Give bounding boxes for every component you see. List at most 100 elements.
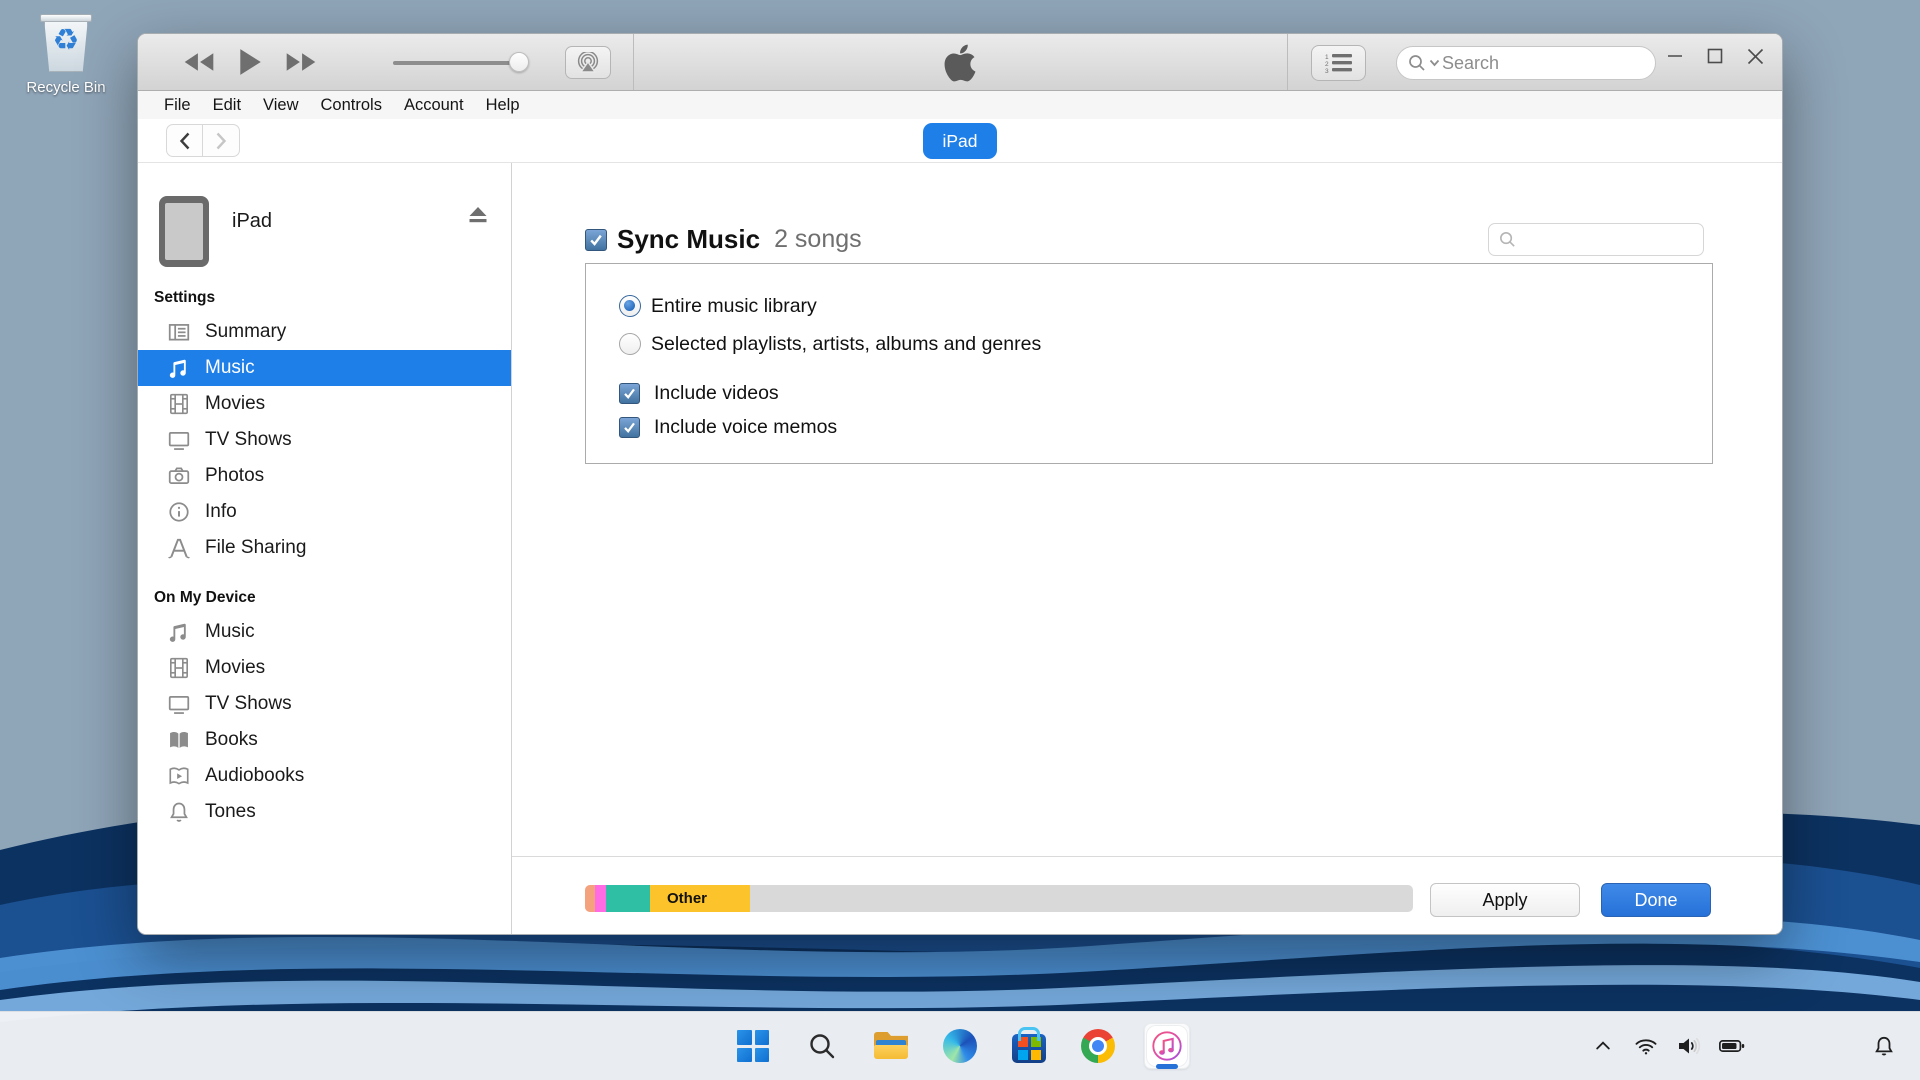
music-note-icon <box>165 620 192 644</box>
footer-bar: Other Apply Done <box>512 856 1782 935</box>
battery-icon[interactable] <box>1718 1026 1746 1066</box>
main-content: Sync Music 2 songs Entire music library <box>512 163 1782 935</box>
svg-text:2: 2 <box>1325 61 1329 68</box>
sidebar-item-movies[interactable]: Movies <box>138 386 511 422</box>
chrome-button[interactable] <box>1075 1023 1121 1069</box>
ipad-device-icon <box>159 196 209 267</box>
sidebar-device-row[interactable]: iPad <box>159 196 489 269</box>
sidebar-item-summary[interactable]: Summary <box>138 314 511 350</box>
sidebar-item-device-tv-shows[interactable]: TV Shows <box>138 686 511 722</box>
search-icon <box>807 1031 837 1061</box>
svg-text:3: 3 <box>1325 68 1329 75</box>
microsoft-store-button[interactable] <box>1006 1023 1052 1069</box>
sidebar-section-on-my-device: On My Device <box>154 589 511 607</box>
menu-controls[interactable]: Controls <box>310 96 393 115</box>
content-search-field[interactable] <box>1488 223 1704 256</box>
wifi-icon[interactable] <box>1632 1026 1660 1066</box>
checkbox[interactable] <box>619 383 640 404</box>
menu-bar: File Edit View Controls Account Help <box>138 91 1782 119</box>
maximize-button[interactable] <box>1700 41 1730 71</box>
volume-slider[interactable] <box>393 57 527 67</box>
sidebar-item-file-sharing[interactable]: File Sharing <box>138 530 511 566</box>
menu-help[interactable]: Help <box>475 96 531 115</box>
capacity-bar: Other <box>585 885 1413 912</box>
airplay-button[interactable] <box>565 46 611 79</box>
device-name: iPad <box>232 210 272 269</box>
capacity-other-label: Other <box>650 890 707 907</box>
fast-forward-button[interactable] <box>284 51 318 73</box>
checkbox-include-videos[interactable]: Include videos <box>619 379 779 407</box>
airplay-icon <box>575 52 601 74</box>
sidebar-item-tv-shows[interactable]: TV Shows <box>138 422 511 458</box>
radio-button[interactable] <box>619 333 641 355</box>
chrome-icon <box>1081 1029 1115 1063</box>
sidebar-item-photos[interactable]: Photos <box>138 458 511 494</box>
books-icon <box>165 728 192 752</box>
sync-music-checkbox[interactable] <box>585 229 607 251</box>
sidebar-item-device-music[interactable]: Music <box>138 614 511 650</box>
eject-icon <box>467 206 489 224</box>
sidebar-item-audiobooks[interactable]: Audiobooks <box>138 758 511 794</box>
capacity-segment-photos <box>595 885 606 912</box>
apply-button[interactable]: Apply <box>1430 883 1580 917</box>
sidebar-item-music[interactable]: Music <box>138 350 511 386</box>
menu-file[interactable]: File <box>153 96 202 115</box>
sidebar-item-books[interactable]: Books <box>138 722 511 758</box>
navigation-bar: iPad <box>138 119 1782 163</box>
sidebar-item-device-movies[interactable]: Movies <box>138 650 511 686</box>
song-count: 2 songs <box>774 225 862 254</box>
capacity-segment-audio <box>585 885 595 912</box>
volume-icon[interactable] <box>1675 1026 1703 1066</box>
svg-text:1: 1 <box>1325 54 1329 61</box>
toolbar-divider-right <box>1287 34 1288 90</box>
menu-view[interactable]: View <box>252 96 309 115</box>
file-explorer-button[interactable] <box>868 1023 914 1069</box>
tray-chevron-up-button[interactable] <box>1589 1026 1617 1066</box>
device-tab-ipad[interactable]: iPad <box>923 123 997 159</box>
forward-button[interactable] <box>203 124 240 157</box>
back-button[interactable] <box>166 124 203 157</box>
film-icon <box>165 656 192 680</box>
edge-button[interactable] <box>937 1023 983 1069</box>
start-button[interactable] <box>730 1023 776 1069</box>
search-icon <box>1407 53 1427 73</box>
radio-selected-playlists[interactable]: Selected playlists, artists, albums and … <box>619 330 1041 358</box>
tv-icon <box>165 428 192 452</box>
volume-slider-knob[interactable] <box>509 52 529 72</box>
titlebar-search-field[interactable] <box>1396 46 1656 80</box>
up-next-list-button[interactable]: 1 2 3 <box>1311 45 1366 81</box>
toolbar-divider-left <box>633 34 634 90</box>
sidebar-item-info[interactable]: Info <box>138 494 511 530</box>
chevron-down-icon <box>1429 59 1440 67</box>
recycle-bin-desktop-icon[interactable]: ♻ Recycle Bin <box>14 12 118 96</box>
capacity-segment-apps <box>606 885 650 912</box>
edge-icon <box>943 1029 977 1063</box>
rewind-button[interactable] <box>182 51 216 73</box>
taskbar-search-button[interactable] <box>799 1023 845 1069</box>
titlebar-toolbar[interactable]: 1 2 3 <box>138 34 1782 91</box>
capacity-segment-other: Other <box>650 885 750 912</box>
checkbox[interactable] <box>619 417 640 438</box>
notifications-bell-icon[interactable] <box>1870 1026 1898 1066</box>
sidebar-item-tones[interactable]: Tones <box>138 794 511 830</box>
menu-account[interactable]: Account <box>393 96 475 115</box>
done-button[interactable]: Done <box>1601 883 1711 917</box>
film-icon <box>165 392 192 416</box>
itunes-window: 1 2 3 <box>137 33 1783 935</box>
file-sharing-icon <box>165 536 192 560</box>
itunes-button[interactable] <box>1144 1023 1190 1069</box>
audiobooks-icon <box>165 764 192 788</box>
minimize-button[interactable] <box>1660 41 1690 71</box>
radio-entire-library[interactable]: Entire music library <box>619 292 817 320</box>
bell-icon <box>165 800 192 824</box>
radio-button[interactable] <box>619 295 641 317</box>
close-button[interactable] <box>1740 41 1770 71</box>
search-input[interactable] <box>1442 53 1645 74</box>
folder-icon <box>873 1031 909 1061</box>
menu-edit[interactable]: Edit <box>202 96 252 115</box>
camera-icon <box>165 464 192 488</box>
checkbox-include-voice-memos[interactable]: Include voice memos <box>619 413 837 441</box>
eject-button[interactable] <box>467 206 489 269</box>
music-note-icon <box>165 356 192 380</box>
play-button[interactable] <box>238 48 262 76</box>
